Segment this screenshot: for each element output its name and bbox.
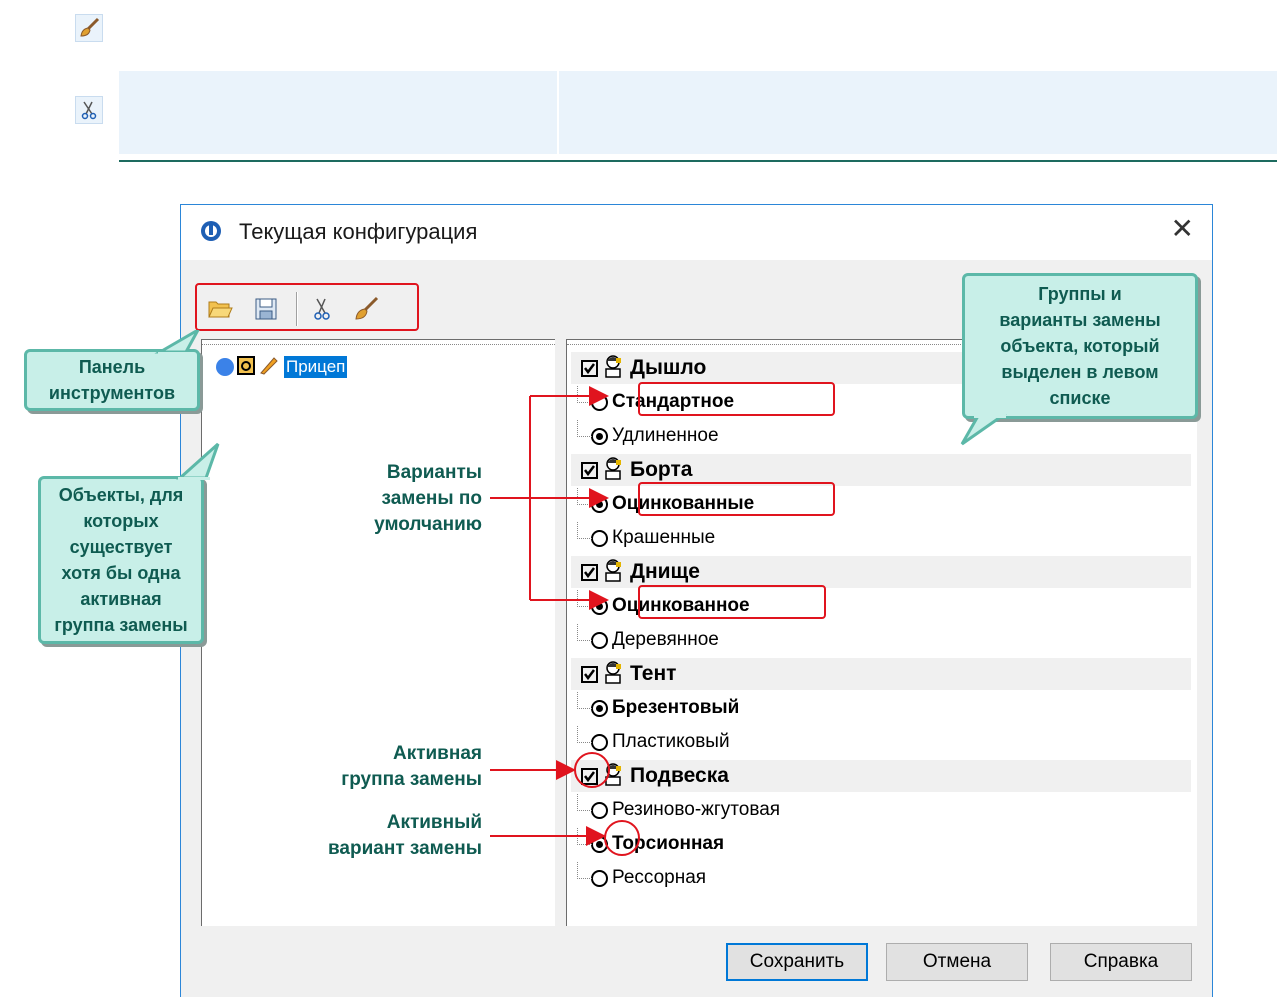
callout-pointer — [154, 330, 200, 354]
callout-pointer — [960, 414, 1007, 446]
callout-objects: Объекты, для которых существует хотя бы … — [38, 476, 204, 644]
callout-pointer — [176, 442, 220, 480]
callout-groups: Группы и варианты замены объекта, которы… — [962, 273, 1198, 419]
annotation-default-variants: Варианты замены по умолчанию — [374, 462, 482, 535]
annotation-active-group: Активная группа замены — [341, 743, 482, 790]
annotation-active-variant: Активный вариант замены — [328, 812, 482, 859]
callout-toolbar: Панель инструментов — [24, 349, 200, 411]
